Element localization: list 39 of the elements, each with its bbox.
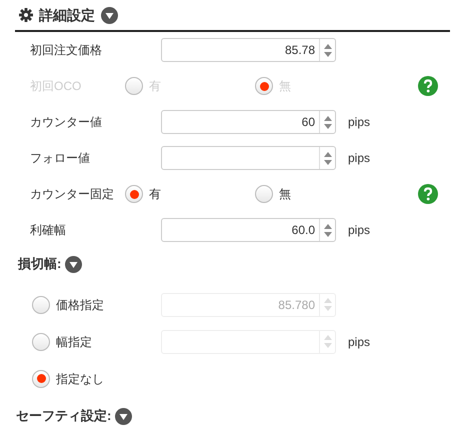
option-label: 価格指定 [56, 296, 104, 314]
spin-down-icon[interactable] [324, 52, 332, 56]
field-label: カウンター値 [30, 114, 103, 131]
spin-down-icon[interactable] [324, 124, 332, 128]
radio-button[interactable] [32, 332, 50, 350]
spin-up-icon[interactable] [324, 44, 332, 48]
spin-down-icon[interactable] [324, 160, 332, 164]
gear-icon [19, 8, 33, 22]
option-label: 無 [279, 186, 291, 203]
unit-label: pips [348, 334, 370, 350]
option-label: 指定なし [56, 370, 104, 388]
section-title: 損切幅: [18, 255, 62, 274]
spin-up-icon[interactable] [324, 116, 332, 120]
radio-button[interactable] [32, 370, 50, 388]
section-title: 詳細設定 [39, 6, 95, 24]
number-field[interactable]: 60 [161, 110, 336, 134]
unit-label: pips [348, 222, 370, 239]
number-field[interactable]: 85.78 [161, 38, 336, 62]
radio-button[interactable] [125, 185, 143, 203]
spin-down-icon[interactable] [324, 232, 332, 236]
spin-up-icon[interactable] [324, 152, 332, 156]
spin-up-icon[interactable] [324, 224, 332, 228]
radio-button[interactable] [32, 296, 50, 314]
help-icon[interactable] [418, 184, 438, 204]
collapse-toggle-icon[interactable] [65, 256, 82, 272]
collapse-toggle-icon[interactable] [115, 408, 132, 424]
unit-label: pips [348, 150, 370, 167]
radio-button[interactable] [255, 185, 273, 203]
field-label: フォロー値 [30, 150, 91, 167]
section-title: セーフティ設定: [16, 407, 112, 426]
number-field[interactable]: 60.0 [161, 218, 336, 242]
field-label: カウンター固定 [30, 186, 115, 203]
option-label: 有 [149, 186, 161, 203]
number-field[interactable] [161, 146, 336, 170]
field-label: 初回注文価格 [30, 42, 103, 59]
field-label: 利確幅 [30, 222, 67, 239]
collapse-toggle-icon[interactable] [101, 6, 118, 24]
unit-label: pips [348, 114, 370, 131]
option-label: 幅指定 [56, 334, 92, 350]
